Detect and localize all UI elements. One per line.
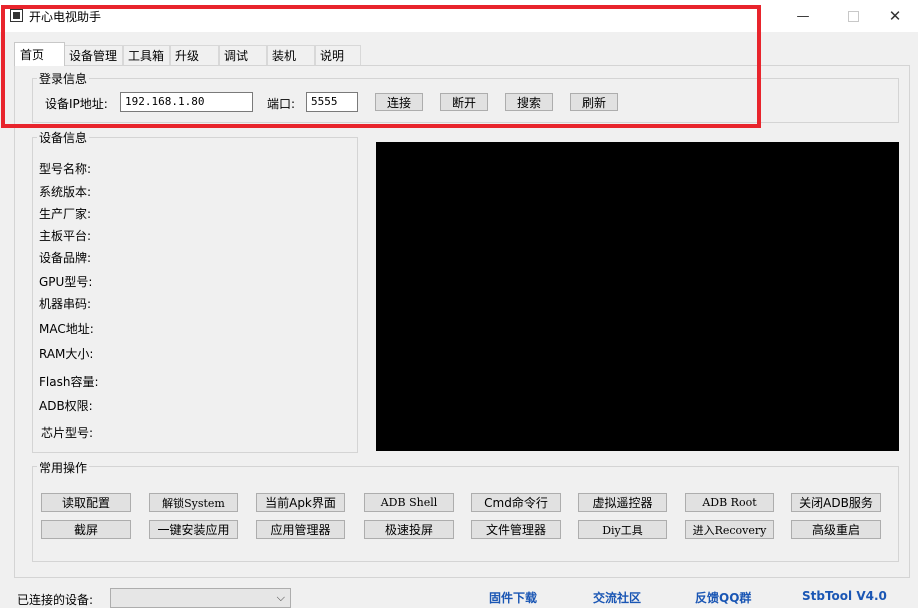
chip-model-label: 芯片型号: bbox=[41, 426, 94, 440]
chevron-down-icon: ⌵ bbox=[276, 591, 285, 604]
gpu-model-label: GPU型号: bbox=[39, 275, 93, 289]
feedback-qq-link[interactable]: 反馈QQ群 bbox=[695, 589, 751, 606]
cmd-console-button[interactable]: Cmd命令行 bbox=[471, 493, 561, 512]
model-name-label: 型号名称: bbox=[39, 162, 92, 176]
flash-capacity-label: Flash容量: bbox=[39, 375, 99, 389]
screen-preview bbox=[376, 142, 899, 451]
mac-address-label: MAC地址: bbox=[39, 322, 94, 336]
close-icon: ✕ bbox=[888, 7, 902, 25]
common-ops-group bbox=[32, 466, 899, 562]
close-button[interactable]: ✕ bbox=[872, 0, 918, 32]
virtual-remote-button[interactable]: 虚拟遥控器 bbox=[578, 493, 667, 512]
adb-root-button[interactable]: ADB Root bbox=[685, 493, 774, 512]
community-link[interactable]: 交流社区 bbox=[593, 589, 641, 606]
adb-permission-label: ADB权限: bbox=[39, 399, 93, 413]
adb-shell-button[interactable]: ADB Shell bbox=[364, 493, 454, 512]
minimize-button[interactable]: — bbox=[780, 0, 826, 32]
current-apk-button[interactable]: 当前Apk界面 bbox=[256, 493, 345, 512]
minimize-icon: — bbox=[796, 8, 810, 24]
device-info-legend: 设备信息 bbox=[37, 129, 90, 146]
ram-size-label: RAM大小: bbox=[39, 347, 94, 361]
fast-cast-button[interactable]: 极速投屏 bbox=[364, 520, 454, 539]
manufacturer-label: 生产厂家: bbox=[39, 207, 92, 221]
maximize-button[interactable] bbox=[830, 0, 876, 32]
read-config-button[interactable]: 读取配置 bbox=[41, 493, 131, 512]
version-link[interactable]: StbTool V4.0 bbox=[802, 589, 887, 603]
serial-number-label: 机器串码: bbox=[39, 297, 92, 311]
board-platform-label: 主板平台: bbox=[39, 229, 92, 243]
unlock-system-button[interactable]: 解锁System bbox=[149, 493, 238, 512]
device-brand-label: 设备品牌: bbox=[39, 251, 92, 265]
file-manager-button[interactable]: 文件管理器 bbox=[471, 520, 561, 539]
enter-recovery-button[interactable]: 进入Recovery bbox=[685, 520, 774, 539]
app-manager-button[interactable]: 应用管理器 bbox=[256, 520, 345, 539]
maximize-icon bbox=[847, 10, 859, 22]
diy-tools-button[interactable]: Diy工具 bbox=[578, 520, 667, 539]
screenshot-button[interactable]: 截屏 bbox=[41, 520, 131, 539]
close-adb-service-button[interactable]: 关闭ADB服务 bbox=[791, 493, 881, 512]
connected-devices-label: 已连接的设备: bbox=[17, 593, 94, 607]
highlight-annotation bbox=[1, 5, 761, 128]
one-click-install-button[interactable]: 一键安装应用 bbox=[149, 520, 238, 539]
connected-devices-select[interactable]: ⌵ bbox=[110, 588, 291, 608]
common-ops-legend: 常用操作 bbox=[37, 459, 90, 476]
system-version-label: 系统版本: bbox=[39, 185, 92, 199]
advanced-reboot-button[interactable]: 高级重启 bbox=[791, 520, 881, 539]
firmware-download-link[interactable]: 固件下载 bbox=[489, 589, 537, 606]
